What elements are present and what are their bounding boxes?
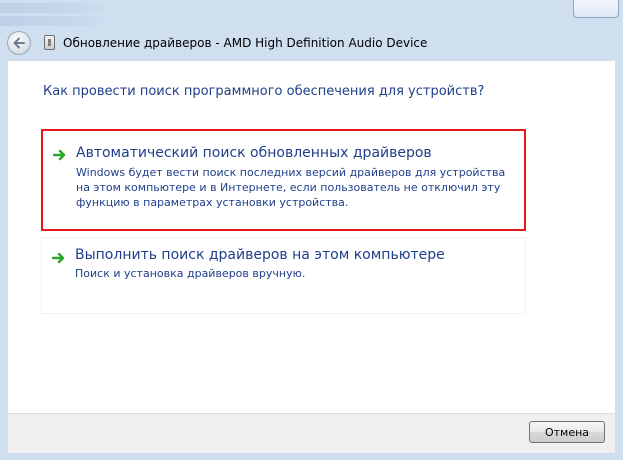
option-title: Выполнить поиск драйверов на этом компью… xyxy=(75,247,445,263)
back-button[interactable] xyxy=(7,31,31,55)
window-title: Обновление драйверов - AMD High Definiti… xyxy=(63,36,428,50)
cancel-button[interactable]: Отмена xyxy=(529,421,605,443)
page-heading: Как провести поиск программного обеспече… xyxy=(43,84,485,99)
close-button[interactable] xyxy=(573,0,619,18)
green-arrow-icon xyxy=(53,149,66,161)
window-frame-left xyxy=(0,60,8,460)
device-icon xyxy=(44,35,55,50)
title-bar: Обновление драйверов - AMD High Definiti… xyxy=(0,26,623,60)
option-title: Автоматический поиск обновленных драйвер… xyxy=(76,145,432,161)
window-frame-right xyxy=(615,60,623,460)
browse-computer-option[interactable]: Выполнить поиск драйверов на этом компью… xyxy=(41,237,526,314)
green-arrow-icon xyxy=(52,252,65,264)
dialog-footer: Отмена xyxy=(8,413,615,453)
content-pane: Как провести поиск программного обеспече… xyxy=(8,60,615,413)
back-arrow-icon xyxy=(13,37,25,49)
option-description: Поиск и установка драйверов вручную. xyxy=(75,267,306,280)
auto-search-option[interactable]: Автоматический поиск обновленных драйвер… xyxy=(41,129,526,231)
dialog-window: Обновление драйверов - AMD High Definiti… xyxy=(0,0,623,460)
option-description: Windows будет вести поиск последних верс… xyxy=(76,166,506,209)
